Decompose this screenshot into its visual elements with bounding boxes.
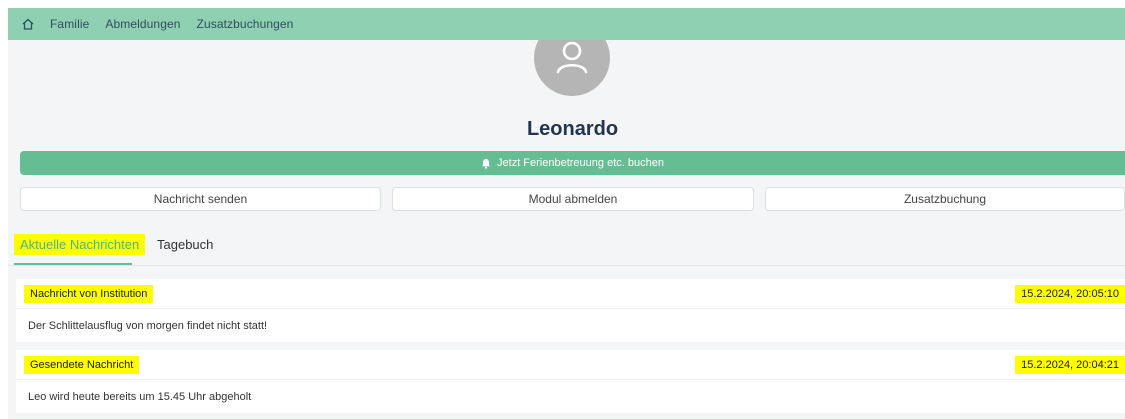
unsubscribe-module-button[interactable]: Modul abmelden [392, 187, 754, 211]
message-text: Der Schlittelausflug von morgen findet n… [28, 319, 268, 332]
home-icon[interactable] [18, 14, 38, 34]
user-icon [556, 41, 588, 74]
send-message-button[interactable]: Nachricht senden [20, 187, 381, 211]
book-holiday-care-label: Jetzt Ferienbetreuung etc. buchen [497, 157, 664, 169]
message-timestamp: 15.2.2024, 20:04:21 [1015, 356, 1125, 374]
message-card: Nachricht von Institution 15.2.2024, 20:… [16, 279, 1125, 342]
message-title: Nachricht von Institution [24, 285, 154, 303]
bell-icon [481, 158, 491, 169]
message-text: Leo wird heute bereits um 15.45 Uhr abge… [28, 390, 252, 403]
tab-diary[interactable]: Tagebuch [157, 237, 213, 252]
message-title: Gesendete Nachricht [24, 356, 140, 374]
nav-link-abmeldungen[interactable]: Abmeldungen [105, 17, 180, 31]
extra-booking-button[interactable]: Zusatzbuchung [765, 187, 1125, 211]
nav-link-zusatzbuchungen[interactable]: Zusatzbuchungen [197, 17, 294, 31]
child-name: Leonardo [526, 118, 619, 140]
unsubscribe-module-label: Modul abmelden [528, 192, 618, 206]
send-message-label: Nachricht senden [153, 192, 248, 206]
tabs-divider [8, 265, 1125, 266]
message-card: Gesendete Nachricht 15.2.2024, 20:04:21 … [16, 350, 1125, 413]
message-header: Nachricht von Institution 15.2.2024, 20:… [16, 279, 1125, 309]
top-navbar: Familie Abmeldungen Zusatzbuchungen [8, 8, 1125, 40]
message-header: Gesendete Nachricht 15.2.2024, 20:04:21 [16, 350, 1125, 380]
nav-link-familie[interactable]: Familie [50, 17, 89, 31]
tab-current-messages[interactable]: Aktuelle Nachrichten [14, 234, 146, 255]
extra-booking-label: Zusatzbuchung [903, 192, 987, 206]
message-timestamp: 15.2.2024, 20:05:10 [1015, 285, 1125, 303]
book-holiday-care-button[interactable]: Jetzt Ferienbetreuung etc. buchen [20, 151, 1125, 175]
